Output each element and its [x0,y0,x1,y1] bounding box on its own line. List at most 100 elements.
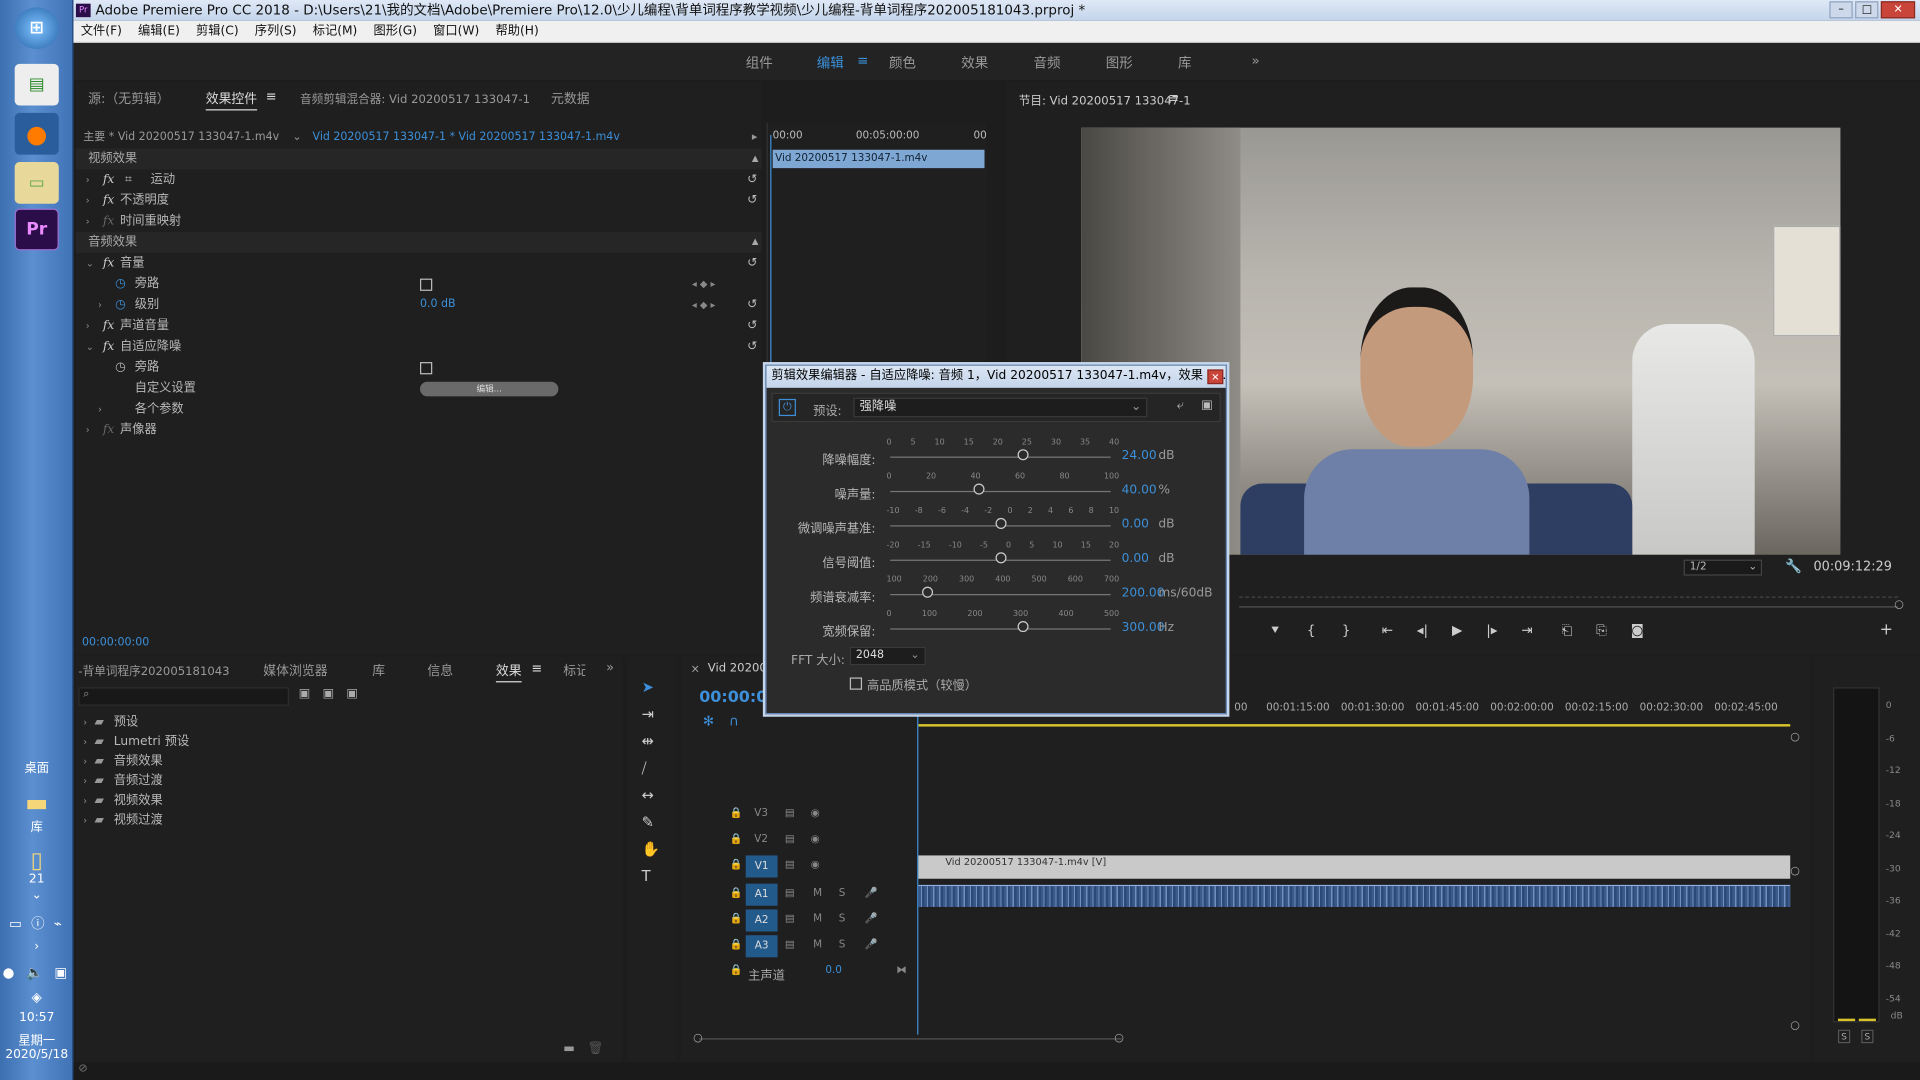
edit-button[interactable]: 编辑... [420,381,559,397]
fx-badge[interactable]: fx [103,336,114,357]
menu-marker[interactable]: 标记(M) [313,25,358,39]
sync-icon[interactable]: ▤ [785,939,795,951]
mute-button[interactable]: M [813,887,822,899]
expand-arrow-icon[interactable]: › [86,420,90,441]
dropdown-icon[interactable]: ⌄ [292,131,301,143]
work-area-bar[interactable] [918,724,1791,727]
workspace-assembly[interactable]: 组件 [746,53,773,73]
track-label[interactable]: A2 [745,909,778,932]
effect-row-panner[interactable]: › fx 声像器 [76,420,762,441]
fx-badge[interactable]: fx [103,190,114,211]
stopwatch-icon[interactable]: ◷ [115,357,126,378]
reset-icon[interactable]: ↺ [747,295,757,316]
bypass2-checkbox[interactable] [420,362,433,375]
add-marker-icon[interactable]: ⯆ [1270,622,1281,638]
close-window-button[interactable]: ✕ [1881,1,1916,19]
clock-time[interactable]: 10:57 [0,1011,73,1025]
explorer-folder-icon[interactable]: ▭ [14,162,59,204]
program-zoom-bar[interactable] [1239,606,1898,608]
solo-button[interactable]: S [839,939,846,951]
track-master[interactable]: 🔒 主声道 0.0 ⧓ [730,965,914,991]
pen-tool-icon[interactable]: ✎ [642,809,660,836]
workspace-audio[interactable]: 音频 [1033,53,1060,73]
expand-arrow-icon[interactable]: › [98,295,102,316]
effects-search-input[interactable]: ⌕ [78,687,289,706]
workspace-color[interactable]: 颜色 [889,53,916,73]
track-label[interactable]: V1 [745,855,778,878]
tree-item-audio-transitions[interactable]: › ▰ 音频过渡 [76,772,622,792]
expand-chevron-icon[interactable]: ⌄ [0,889,73,903]
minimize-button[interactable]: – [1829,1,1853,19]
fx-badge[interactable]: fx [103,253,114,274]
track-label[interactable]: A1 [745,883,778,906]
snap-linked-icons[interactable]: ✻∩ [703,713,754,729]
bypass-checkbox[interactable] [420,278,433,291]
slider-knob[interactable] [1016,449,1028,461]
tray-volume-network-icons[interactable]: ● 🔈 ▣ [0,965,73,981]
stopwatch-icon[interactable]: ◷ [115,295,126,316]
tree-item-audio-effects[interactable]: › ▰ 音频效果 [76,752,622,772]
button-editor-plus-icon[interactable]: + [1880,621,1893,639]
preset-dropdown[interactable]: 强降噪 ⌄ [853,397,1148,418]
mic-icon[interactable]: 🎤 [864,939,877,951]
step-back-icon[interactable]: ◂| [1417,622,1428,638]
slider-knob[interactable] [921,586,933,598]
sync-icon[interactable]: ▤ [785,859,795,871]
reset-icon[interactable]: ↺ [747,336,757,357]
new-bin-icon[interactable]: ▬ [563,1042,575,1056]
workspace-libraries[interactable]: 库 [1178,53,1191,73]
scroll-handle-icon[interactable]: ○ [1790,865,1800,877]
level-value[interactable]: 0.0 dB [420,295,456,316]
workspace-editing[interactable]: 编辑 [817,53,844,73]
premiere-taskbar-icon[interactable]: Pr [14,208,59,251]
master-clip-label[interactable]: 主要 * Vid 20200517 133047-1.m4v [83,131,279,143]
sync-icon[interactable]: ▤ [785,913,795,925]
slider-knob[interactable] [972,483,984,495]
power-icon[interactable]: ⏻ [778,398,796,417]
program-title[interactable]: 节目: Vid 20200517 133047-1 [1019,91,1191,109]
lift-icon[interactable]: ⎗ [1561,622,1572,638]
ripple-edit-tool-icon[interactable]: ⇹ [642,728,660,755]
program-menu-icon[interactable]: ≡ [1168,91,1179,106]
effect-row-volume[interactable]: ⌄ fx 音量 ↺ [76,253,762,274]
sync-icon[interactable]: ▤ [785,833,795,845]
video-clip-v1[interactable]: Vid 20200517 133047-1.m4v [V] [918,855,1791,879]
mic-icon[interactable]: 🎤 [864,887,877,899]
menu-clip[interactable]: 剪辑(C) [196,25,239,39]
tree-item-video-transitions[interactable]: › ▰ 视频过渡 [76,811,622,831]
lock-icon[interactable]: 🔒 [730,833,743,845]
slip-tool-icon[interactable]: ↔ [642,782,660,809]
workspace-more-icon[interactable]: » [1251,53,1259,69]
zoom-handle-left-icon[interactable]: ○ [693,1032,703,1044]
track-v3[interactable]: 🔒 V3 ▤ ◉ [730,808,914,834]
timeline-zoom-bar[interactable] [699,1038,1122,1040]
desktop-label[interactable]: 桌面 [0,757,73,776]
reset-icon[interactable]: ↺ [747,190,757,211]
tab-markers[interactable]: 标记 [563,662,585,680]
tab-effects[interactable]: 效果 [495,662,522,683]
tree-item-video-effects[interactable]: › ▰ 视频效果 [76,792,622,812]
tab-info[interactable]: 信息 [427,662,453,680]
expand-arrow-icon[interactable]: › [86,315,90,336]
dialog-close-button[interactable]: ✕ [1207,369,1224,385]
solo-button[interactable]: S [839,913,846,925]
lock-icon[interactable]: 🔒 [730,859,743,871]
sync-icon[interactable]: ▤ [785,808,795,820]
timeline-close-icon[interactable]: × [691,664,700,676]
effect-row-opacity[interactable]: › fx 不透明度 ↺ [76,190,762,211]
expand-arrow-icon[interactable]: › [98,399,102,420]
sync-icon[interactable]: ▤ [785,887,795,899]
fx-badge[interactable]: fx [103,315,114,336]
track-select-tool-icon[interactable]: ⇥ [642,701,660,728]
tab-media-browser[interactable]: 媒体浏览器 [263,662,327,680]
tree-item-lumetri[interactable]: › ▰ Lumetri 预设 [76,733,622,753]
solo-left-button[interactable]: S [1837,1029,1851,1044]
slider-track[interactable] [890,454,1111,458]
timeline-sequence-tab[interactable]: Vid 202005 [708,662,774,676]
menu-help[interactable]: 帮助(H) [496,25,539,39]
tray-expand-icon[interactable]: › [0,940,73,954]
collapse-icon[interactable]: ▲ [752,149,759,170]
panel-overflow-icon[interactable]: » [606,660,614,675]
stopwatch-icon[interactable]: ◷ [115,274,126,295]
eye-icon[interactable]: ◉ [811,808,820,820]
